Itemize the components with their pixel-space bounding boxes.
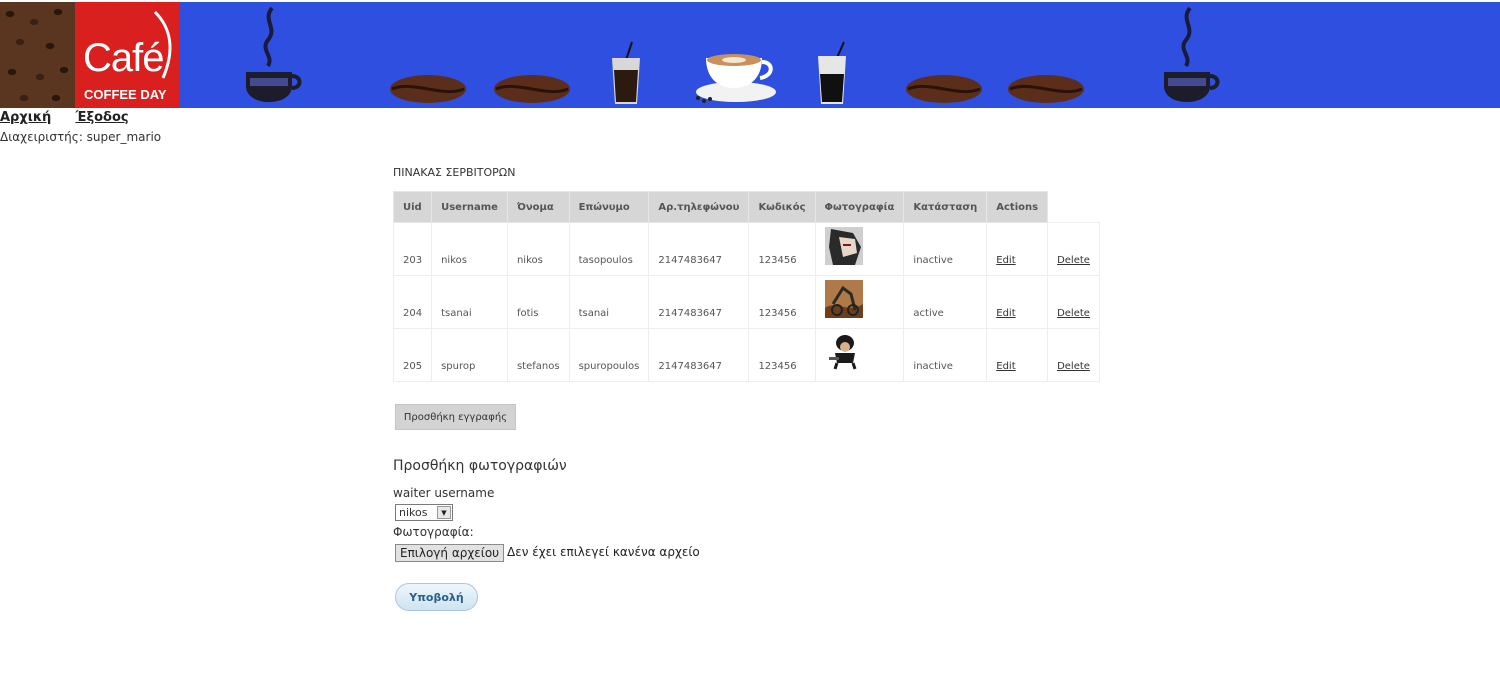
- cell-phone: 2147483647: [648, 328, 750, 382]
- table-title: ΠΙΝΑΚΑΣ ΣΕΡΒΙΤΟΡΩΝ: [393, 166, 516, 179]
- logo-swoosh-icon: [153, 10, 172, 79]
- delete-link[interactable]: Delete: [1057, 361, 1090, 372]
- cell-uid: 205: [392, 328, 433, 382]
- add-record-button[interactable]: Προσθήκη εγγραφής: [395, 404, 516, 430]
- table-row: 205 spurop stefanos spuropoulos 21474836…: [392, 328, 1100, 382]
- coffee-beans-image: [0, 2, 75, 108]
- edit-link[interactable]: Edit: [996, 255, 1015, 266]
- selected-waiter-value: nikos: [399, 506, 428, 519]
- logo-word: Café: [83, 36, 164, 80]
- cell-phone: 2147483647: [648, 275, 750, 329]
- waiter-photo-thumbnail: [824, 333, 863, 371]
- coffee-bean-icon: [906, 75, 982, 103]
- cell-last-name: tasopoulos: [568, 222, 650, 276]
- cell-status: inactive: [903, 328, 988, 382]
- cell-edit: Edit: [986, 328, 1049, 382]
- cell-delete: Delete: [1047, 328, 1100, 382]
- column-header-uid: Uid: [392, 191, 433, 223]
- iced-coffee-icon: [612, 41, 640, 104]
- cell-username: nikos: [431, 222, 508, 276]
- edit-link[interactable]: Edit: [996, 308, 1015, 319]
- table-header-row: Uid Username Όνομα Επώνυμο Αρ.τηλεφώνου …: [392, 191, 1100, 223]
- logout-link[interactable]: Έξοδος: [75, 110, 128, 125]
- waiter-photo-thumbnail: [824, 227, 863, 265]
- column-header-code: Κωδικός: [748, 191, 816, 223]
- coffee-cup-icon: [696, 54, 776, 103]
- iced-coffee-icon: [818, 41, 846, 104]
- cafe-coffee-day-logo: Café COFFEE DAY: [75, 2, 179, 108]
- top-navigation: Αρχική Έξοδος: [0, 110, 149, 125]
- coffee-bean-icon: [1008, 75, 1084, 103]
- cell-code: 123456: [748, 275, 816, 329]
- cell-phone: 2147483647: [648, 222, 750, 276]
- cell-code: 123456: [748, 222, 816, 276]
- waiter-photo-thumbnail: [824, 280, 863, 318]
- waiters-table: Uid Username Όνομα Επώνυμο Αρ.τηλεφώνου …: [392, 191, 1100, 382]
- cell-username: spurop: [431, 328, 508, 382]
- column-header-username: Username: [431, 191, 508, 223]
- coffee-bean-icon: [494, 75, 570, 103]
- no-file-selected-text: Δεν έχει επιλεγεί κανένα αρχείο: [507, 545, 700, 559]
- cell-code: 123456: [748, 328, 816, 382]
- table-row: 204 tsanai fotis tsanai 2147483647 12345…: [392, 275, 1100, 329]
- table-row: 203 nikos nikos tasopoulos 2147483647 12…: [392, 222, 1100, 276]
- cell-photo: [814, 275, 905, 329]
- column-header-first-name: Όνομα: [506, 191, 570, 223]
- cell-photo: [814, 222, 905, 276]
- column-header-status: Κατάσταση: [903, 191, 988, 223]
- cell-photo: [814, 328, 905, 382]
- cell-edit: Edit: [986, 222, 1049, 276]
- cell-first-name: stefanos: [506, 328, 570, 382]
- cell-status: active: [903, 275, 988, 329]
- cell-last-name: tsanai: [568, 275, 650, 329]
- cell-first-name: nikos: [506, 222, 570, 276]
- cell-first-name: fotis: [506, 275, 570, 329]
- photo-label: Φωτογραφία:: [393, 525, 474, 539]
- cell-last-name: spuropoulos: [568, 328, 650, 382]
- column-header-spacer: [1048, 192, 1100, 223]
- upload-section-title: Προσθήκη φωτογραφιών: [393, 458, 567, 474]
- delete-link[interactable]: Delete: [1057, 255, 1090, 266]
- waiter-username-label: waiter username: [393, 486, 495, 500]
- column-header-photo: Φωτογραφία: [814, 191, 905, 223]
- submit-button[interactable]: Υποβολή: [395, 583, 478, 611]
- cell-username: tsanai: [431, 275, 508, 329]
- waiter-username-select[interactable]: nikos ▼: [395, 504, 453, 521]
- cell-uid: 203: [392, 222, 433, 276]
- cell-uid: 204: [392, 275, 433, 329]
- dropdown-arrow-icon[interactable]: ▼: [437, 506, 451, 519]
- cell-delete: Delete: [1047, 222, 1100, 276]
- home-link[interactable]: Αρχική: [0, 110, 51, 125]
- column-header-phone: Αρ.τηλεφώνου: [648, 191, 750, 223]
- coffee-bean-icon: [390, 75, 466, 103]
- cell-edit: Edit: [986, 275, 1049, 329]
- admin-label: Διαχειριστής: super_mario: [0, 130, 162, 144]
- cappuccino-cup-icon: [1164, 6, 1220, 102]
- cappuccino-cup-icon: [246, 6, 302, 102]
- choose-file-button[interactable]: Επιλογή αρχείου: [395, 544, 505, 562]
- cell-delete: Delete: [1047, 275, 1100, 329]
- logo-subtitle: COFFEE DAY: [84, 87, 167, 102]
- header-banner: Café COFFEE DAY: [0, 2, 1500, 108]
- cell-status: inactive: [903, 222, 988, 276]
- edit-link[interactable]: Edit: [996, 361, 1015, 372]
- column-header-last-name: Επώνυμο: [568, 191, 650, 223]
- delete-link[interactable]: Delete: [1057, 308, 1090, 319]
- column-header-actions: Actions: [986, 191, 1049, 223]
